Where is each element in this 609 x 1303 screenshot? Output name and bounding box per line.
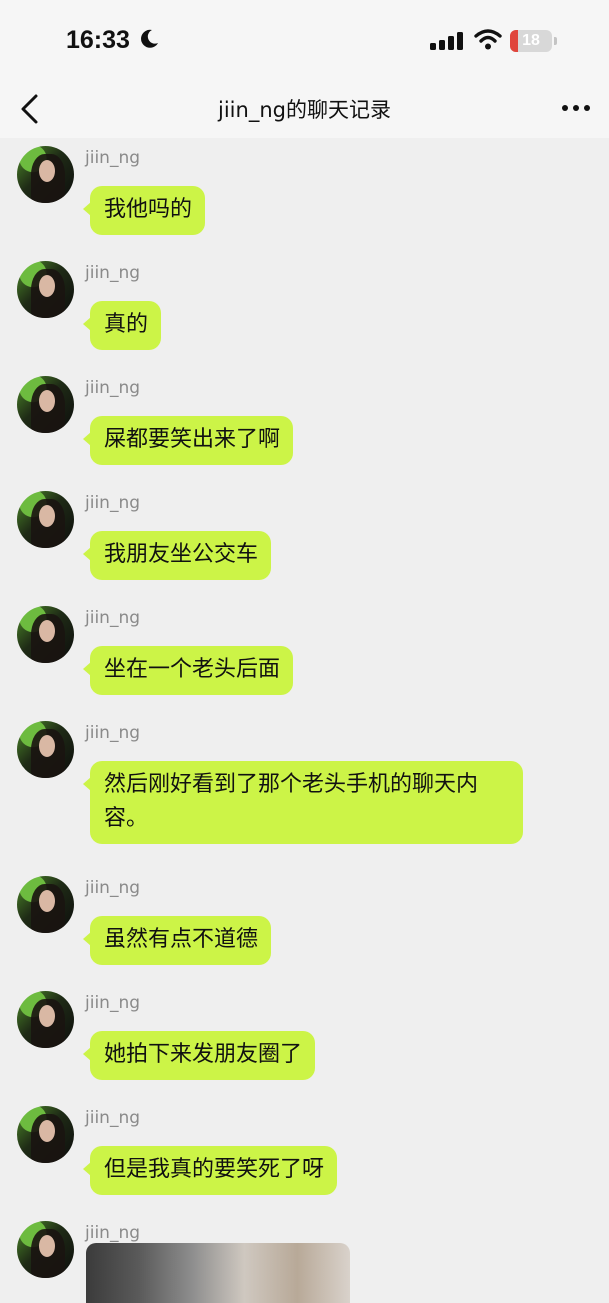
cellular-signal-icon [430,32,463,50]
sender-name: jiin_ng [85,878,141,898]
avatar[interactable] [17,376,74,433]
sender-name: jiin_ng [85,608,141,628]
avatar[interactable] [17,721,74,778]
status-bar: 16:33 18 [0,0,609,80]
sender-name: jiin_ng [85,263,141,283]
message-bubble[interactable]: 我朋友坐公交车 [82,531,272,580]
sender-name: jiin_ng [85,1108,141,1128]
photo-message[interactable] [86,1243,350,1303]
more-dots-icon[interactable] [556,96,596,120]
sender-name: jiin_ng [85,148,141,168]
message-bubble[interactable]: 然后刚好看到了那个老头手机的聊天内容。 [83,761,523,844]
avatar[interactable] [17,1106,74,1163]
battery-indicator: 18 [510,30,552,52]
message-bubble[interactable]: 我他吗的 [82,186,206,235]
status-time: 16:33 [66,26,130,54]
message-bubble[interactable]: 坐在一个老头后面 [82,646,294,695]
sender-name: jiin_ng [85,378,141,398]
message-bubble[interactable]: 但是我真的要笑死了呀 [82,1146,338,1195]
message-bubble[interactable]: 真的 [82,301,162,350]
moon-icon [141,29,158,48]
wifi-icon [474,29,502,50]
sender-name: jiin_ng [85,1223,141,1243]
message-bubble[interactable]: 屎都要笑出来了啊 [82,416,294,465]
message-list[interactable]: jiin_ng 我他吗的 jiin_ng 真的 jiin_ng 屎都要笑出来了啊… [0,138,609,1303]
nav-bar: jiin_ng的聊天记录 [0,80,609,138]
avatar[interactable] [17,1221,74,1278]
sender-name: jiin_ng [85,493,141,513]
battery-cap [554,37,557,45]
avatar[interactable] [17,991,74,1048]
message-bubble[interactable]: 她拍下来发朋友圈了 [82,1031,316,1080]
sender-name: jiin_ng [85,723,141,743]
message-bubble[interactable]: 虽然有点不道德 [82,916,272,965]
avatar[interactable] [17,491,74,548]
avatar[interactable] [17,146,74,203]
battery-level: 18 [522,32,540,49]
avatar[interactable] [17,876,74,933]
avatar[interactable] [17,261,74,318]
page-title: jiin_ng的聊天记录 [218,98,391,122]
sender-name: jiin_ng [85,993,141,1013]
avatar[interactable] [17,606,74,663]
